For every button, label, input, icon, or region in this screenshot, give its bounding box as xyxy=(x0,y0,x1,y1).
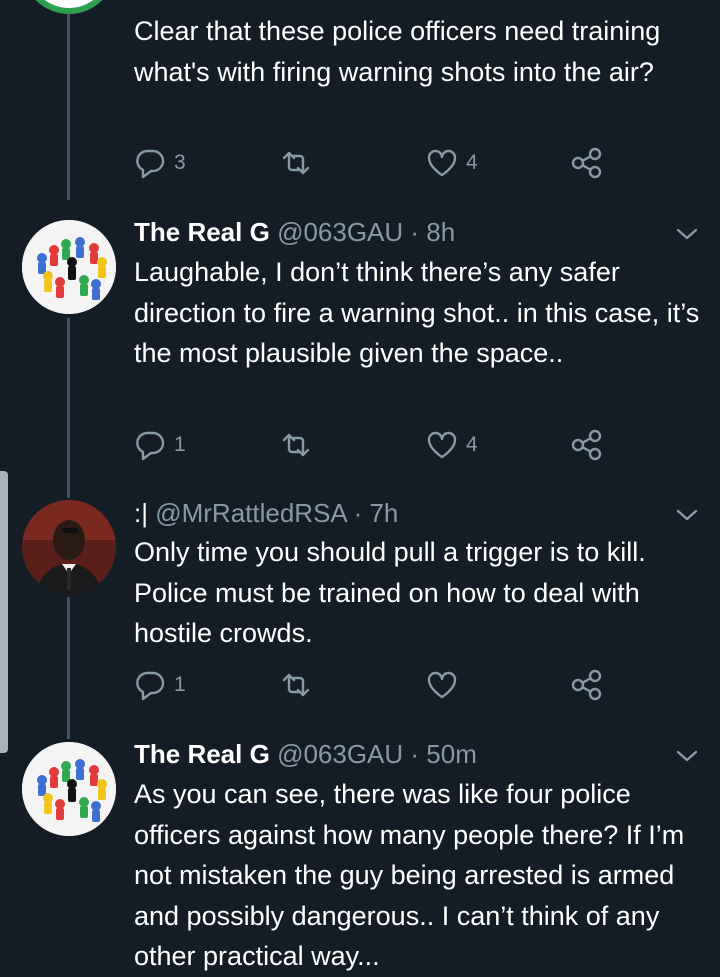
tweet-menu-button[interactable] xyxy=(672,746,702,766)
reply-icon xyxy=(134,147,166,179)
reply-button[interactable]: 1 xyxy=(134,428,186,462)
retweet-button[interactable] xyxy=(280,668,312,702)
retweet-icon xyxy=(280,147,312,179)
like-button[interactable]: 4 xyxy=(426,146,478,180)
heart-icon xyxy=(426,147,458,179)
avatar[interactable] xyxy=(22,220,116,314)
user-handle[interactable]: @063GAU xyxy=(277,217,403,247)
tweet-menu-button[interactable] xyxy=(672,505,702,525)
share-icon xyxy=(570,146,604,180)
share-button[interactable] xyxy=(570,428,604,462)
game-pieces-icon xyxy=(22,220,116,314)
display-name[interactable]: The Real G xyxy=(134,739,270,769)
tweet-actions: 1 xyxy=(134,668,614,702)
tweet-text: Only time you should pull a trigger is t… xyxy=(134,537,646,648)
tweet[interactable]: The Real G @063GAU · 50m As you can see,… xyxy=(0,732,720,971)
heart-icon xyxy=(426,429,458,461)
tweet-text: Laughable, I don’t think there’s any saf… xyxy=(134,257,700,368)
share-icon xyxy=(570,428,604,462)
tweet-actions: 1 4 xyxy=(134,428,614,462)
heart-icon xyxy=(426,669,458,701)
timestamp[interactable]: · 50m xyxy=(410,739,476,769)
tweet-header: :| @MrRattledRSA · 7h xyxy=(134,497,398,529)
user-handle[interactable]: @MrRattledRSA xyxy=(155,498,346,528)
retweet-button[interactable] xyxy=(280,428,312,462)
timestamp[interactable]: · 7h xyxy=(354,498,399,528)
man-photo-icon xyxy=(22,500,116,594)
display-name[interactable]: :| xyxy=(134,498,148,528)
share-button[interactable] xyxy=(570,668,604,702)
chevron-down-icon xyxy=(676,509,698,521)
avatar[interactable] xyxy=(22,0,116,14)
reply-count: 3 xyxy=(174,151,186,174)
share-button[interactable] xyxy=(570,146,604,180)
retweet-icon xyxy=(280,669,312,701)
display-name[interactable]: The Real G xyxy=(134,217,270,247)
reply-icon xyxy=(134,429,166,461)
tweet-actions: 3 4 xyxy=(134,146,614,180)
reply-button[interactable]: 3 xyxy=(134,146,186,180)
tweet[interactable]: The Real G @063GAU · 8h Laughable, I don… xyxy=(0,210,720,480)
tweet-header: The Real G @063GAU · 50m xyxy=(134,738,477,770)
tweet-text: As you can see, there was like four poli… xyxy=(134,779,685,971)
like-count: 4 xyxy=(466,151,478,174)
like-button[interactable] xyxy=(426,668,466,702)
retweet-icon xyxy=(280,429,312,461)
like-button[interactable]: 4 xyxy=(426,428,478,462)
tweet-header: The Real G @063GAU · 8h xyxy=(134,216,455,248)
avatar[interactable] xyxy=(22,500,116,594)
game-pieces-icon xyxy=(22,742,116,836)
reply-icon xyxy=(134,669,166,701)
reply-count: 1 xyxy=(174,433,186,456)
share-icon xyxy=(570,668,604,702)
like-count: 4 xyxy=(466,433,478,456)
tweet[interactable]: Clear that these police officers need tr… xyxy=(0,0,720,190)
chevron-down-icon xyxy=(676,750,698,762)
tweet-text: Clear that these police officers need tr… xyxy=(134,16,661,87)
retweet-button[interactable] xyxy=(280,146,312,180)
reply-count: 1 xyxy=(174,673,186,696)
reply-button[interactable]: 1 xyxy=(134,668,186,702)
user-handle[interactable]: @063GAU xyxy=(277,739,403,769)
tweet[interactable]: :| @MrRattledRSA · 7h Only time you shou… xyxy=(0,492,720,732)
timestamp[interactable]: · 8h xyxy=(410,217,455,247)
chevron-down-icon xyxy=(676,228,698,240)
tweet-menu-button[interactable] xyxy=(672,224,702,244)
avatar[interactable] xyxy=(22,742,116,836)
